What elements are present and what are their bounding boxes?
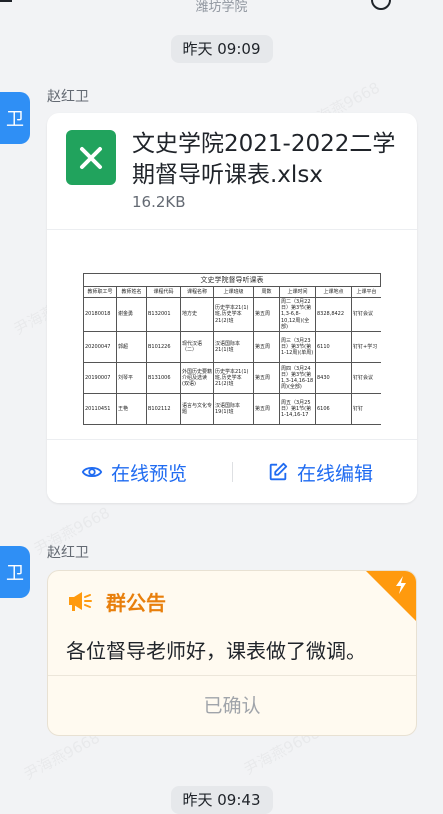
edit-icon [269, 462, 288, 481]
table-cell: 汉语国际本21(1)班 [213, 331, 254, 364]
table-cell: 周五（3月25日）第1节(第1-14,16-17 [279, 393, 316, 426]
table-cell: 郭超 [116, 331, 147, 364]
eye-icon [81, 466, 103, 478]
table-cell: 钉钉 [351, 393, 381, 426]
message-timestamp: 昨天 09:43 [170, 786, 273, 814]
table-cell: 8328,8422 [315, 296, 352, 333]
table-cell: 历史学本21(1)班,历史学本21(2)班 [213, 296, 254, 333]
table-cell: B132001 [146, 296, 181, 333]
avatar[interactable]: 卫 [0, 546, 30, 598]
table-cell: 周二（3月22日）第3节(第1,3-6,8-10,12周)(全部) [279, 296, 316, 333]
table-cell: 8430 [315, 362, 352, 395]
announcement-text: 各位督导老师好，课表做了微调。 [66, 639, 366, 663]
table-cell: 刘琴平 [116, 362, 147, 395]
table-cell: 谢金勇 [116, 296, 147, 333]
table-cell: 钉钉+学习 [351, 331, 381, 364]
divider [47, 229, 417, 230]
table-cell: 第五周 [253, 362, 280, 395]
column-header: 课程名称 [180, 286, 214, 298]
table-cell: 20180018 [83, 296, 117, 333]
table-row: 20110451 王艳 B102112 语言与文化专题 汉语国际本19(1)班 … [83, 393, 381, 426]
file-name: 文史学院2021-2022二学期督导听课表.xlsx [132, 131, 396, 188]
online-edit-label: 在线编辑 [297, 462, 374, 485]
table-cell: 6106 [315, 393, 352, 426]
table-cell: 王艳 [116, 393, 147, 426]
column-header: 上课地点 [315, 286, 352, 298]
column-header: 教师姓名 [116, 286, 147, 298]
table-cell: 外国历史要籍介绍及选读(双语) [180, 362, 214, 395]
table-row: 20190007 刘琴平 B131006 外国历史要籍介绍及选读(双语) 历史学… [83, 362, 381, 395]
column-header: 课程代码 [146, 286, 181, 298]
sender-name: 赵红卫 [47, 545, 89, 561]
lightning-icon [396, 576, 406, 594]
table-cell: B102112 [146, 393, 181, 426]
table-cell: 20200047 [83, 331, 117, 364]
table-cell: 钉钉会议 [351, 362, 381, 395]
table-cell: 周三（3月23日）第3节(第1-12周)(单周) [279, 331, 316, 364]
sender-name: 赵红卫 [47, 89, 89, 105]
table-cell: 第五周 [253, 393, 280, 426]
table-cell: B131006 [146, 362, 181, 395]
column-header: 上课时间 [279, 286, 316, 298]
table-cell: 现代汉语（二） [180, 331, 214, 364]
file-size: 16.2KB [132, 193, 186, 211]
sheet-table: 教师职工号 教师姓名 课程代码 课程名称 上课班级 周数 上课时间 上课地点 上… [83, 286, 381, 426]
column-header: 教师职工号 [83, 286, 117, 298]
file-message-card[interactable]: 文史学院2021-2022二学期督导听课表.xlsx 16.2KB 文史学院督导… [47, 113, 417, 503]
megaphone-icon [69, 592, 92, 611]
table-cell: 6110 [315, 331, 352, 364]
announcement-title: 群公告 [106, 591, 166, 615]
column-header: 上课班级 [213, 286, 254, 298]
table-cell: 20190007 [83, 362, 117, 395]
table-cell: 周四（3月24日）第3节(第1,3-14,16-18周)(全部) [279, 362, 316, 395]
table-cell: 第五周 [253, 296, 280, 333]
table-cell: 汉语国际本19(1)班 [213, 393, 254, 426]
table-cell: B101226 [146, 331, 181, 364]
table-cell: 20110451 [83, 393, 117, 426]
announcement-corner-badge [366, 571, 416, 621]
excel-file-icon [66, 130, 116, 185]
column-header: 上课平台 [351, 286, 381, 298]
online-edit-button[interactable]: 在线编辑 [267, 440, 373, 503]
file-actions-bar: 在线预览 在线编辑 [47, 439, 417, 503]
divider [232, 462, 233, 482]
table-cell: 钉钉会议 [351, 296, 381, 333]
confirmed-button[interactable]: 已确认 [48, 675, 416, 735]
table-row: 20200047 郭超 B101226 现代汉语（二） 汉语国际本21(1)班 … [83, 331, 381, 364]
table-cell: 历史学本21(1)班,历史学本21(2)班 [213, 362, 254, 395]
table-cell: 第五周 [253, 331, 280, 364]
avatar[interactable]: 卫 [0, 92, 30, 144]
online-preview-button[interactable]: 在线预览 [81, 440, 187, 503]
online-preview-label: 在线预览 [111, 462, 188, 485]
table-row: 20180018 谢金勇 B132001 地方史 历史学本21(1)班,历史学本… [83, 296, 381, 333]
message-timestamp: 昨天 09:09 [170, 35, 273, 63]
table-header-row: 教师职工号 教师姓名 课程代码 课程名称 上课班级 周数 上课时间 上课地点 上… [83, 286, 381, 298]
table-cell: 地方史 [180, 296, 214, 333]
column-header: 周数 [253, 286, 280, 298]
sheet-title: 文史学院督导听课表 [83, 273, 381, 286]
table-cell: 语言与文化专题 [180, 393, 214, 426]
group-announcement-card[interactable]: 群公告 各位督导老师好，课表做了微调。 已确认 [47, 570, 417, 736]
